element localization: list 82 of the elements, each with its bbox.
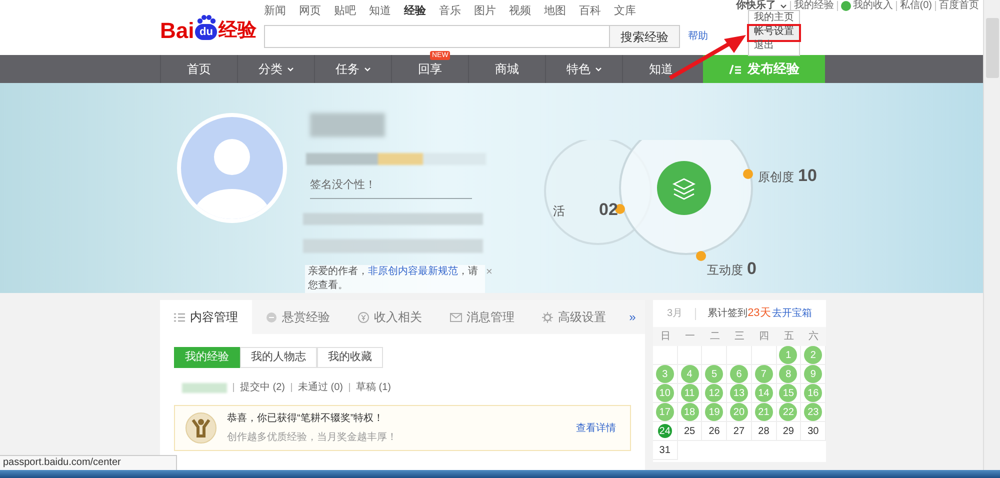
search-field[interactable] [264,25,610,48]
award-subtitle: 创作越多优质经验，当月奖金越丰厚！ [227,430,397,445]
weekday-label: 六 [808,330,820,344]
calendar-day[interactable]: 28 [756,424,771,438]
notice-link[interactable]: 非原创内容最新规范 [368,266,458,277]
calendar-day[interactable]: 30 [806,424,820,438]
filter-link[interactable]: 草稿 (1) [356,380,391,395]
tab[interactable]: 内容管理 [160,300,252,334]
coin-icon [266,312,277,322]
sign-in-summary: 累计签到23天 [708,306,771,322]
award-title: 恭喜，你已获得“笔耕不辍奖”特权！ [227,412,385,426]
user-link[interactable]: 我的经验 [794,0,834,12]
subtab[interactable]: 我的人物志 [240,347,317,368]
top-nav-link[interactable]: 知道 [369,4,391,20]
weekday-label: 四 [758,330,770,344]
status-bar: passport.baidu.com/center [0,455,177,470]
stat-value: 02 [599,199,618,221]
menu-item[interactable]: 退出 [749,40,799,54]
open-chest-link[interactable]: 去开宝箱 [772,306,812,321]
top-nav-link[interactable]: 地图 [544,4,566,20]
stat-value: 0 [747,258,756,280]
calendar-day[interactable]: 27 [732,424,746,438]
menu-item[interactable]: 我的主页 [749,12,799,26]
nav-tab[interactable]: 分类 [258,60,294,78]
filter-link[interactable]: 提交中 (2) [240,380,285,395]
stat-label: 原创度 [758,169,794,186]
top-nav-link[interactable]: 网页 [299,4,321,20]
top-nav-link[interactable]: 音乐 [439,4,461,20]
weekday-label: 三 [733,330,746,344]
subtab[interactable]: 我的收藏 [317,347,383,368]
view-details-link[interactable]: 查看详情 [576,420,616,436]
weekday-label: 一 [684,330,696,344]
tab[interactable]: 消息管理 [436,300,528,334]
help-link[interactable]: 帮助 [688,29,708,44]
stat-label: 互动度 [707,262,743,279]
gear-icon [542,312,553,322]
top-nav-link[interactable]: 视频 [509,4,531,20]
calendar-day[interactable]: 24 [658,424,672,438]
blurred-filter [182,382,227,392]
tab[interactable]: 高级设置 [528,300,620,334]
stat-label: 活 [553,203,565,220]
list-icon [174,312,185,322]
filter-link[interactable]: 未通过 (0) [298,380,343,395]
cheering-figure-icon [185,412,217,444]
nav-tab[interactable]: 商城 [495,60,519,78]
stat-value: 10 [798,165,817,187]
calendar-day[interactable]: 31 [658,443,672,457]
notice-text: 亲爱的作者，非原创内容最新规范，请您查看。 [305,265,485,293]
calendar-day[interactable]: 29 [781,424,796,438]
mail-icon [450,312,462,322]
nav-tab[interactable]: 知道 [649,60,673,78]
baidu-logo[interactable]: Bai du 经验 [160,15,256,43]
caret-icon [364,66,370,72]
user-link[interactable]: 我的收入 [852,0,893,12]
top-nav-link[interactable]: 百科 [579,4,601,20]
weekday-label: 五 [782,330,795,344]
top-nav-link[interactable]: 贴吧 [334,4,356,20]
nav-tab[interactable]: 回享 [418,60,442,78]
signature: 签名没个性！ [310,177,472,198]
top-nav-link[interactable]: 新闻 [264,4,286,20]
more-tabs-button[interactable]: » [620,300,645,334]
calendar-day[interactable]: 25 [682,424,697,438]
nav-tab[interactable]: 任务 [336,60,370,78]
nav-tab[interactable]: 特色 [566,60,602,78]
search-button[interactable]: 搜索经验 [610,25,680,48]
tab[interactable]: 收入相关 [344,300,436,334]
yen-icon [358,312,369,322]
menu-item[interactable]: 帐号设置 [749,26,799,40]
caret-icon [780,4,787,8]
top-nav-link[interactable]: 图片 [474,4,496,20]
weekday-label: 日 [659,330,672,344]
calendar-day[interactable]: 26 [707,424,722,438]
top-nav-link[interactable]: 文库 [614,4,636,20]
tab[interactable]: 悬赏经验 [252,300,344,334]
pen-list-icon [728,64,742,74]
user-link[interactable]: 私信(0) [900,0,932,12]
weekday-label: 二 [708,330,721,344]
top-nav-link[interactable]: 经验 [404,4,426,20]
calendar-month: 3月 [667,307,683,321]
caret-icon [286,66,294,72]
nav-tab[interactable]: 首页 [187,60,211,78]
caret-icon [594,66,602,72]
